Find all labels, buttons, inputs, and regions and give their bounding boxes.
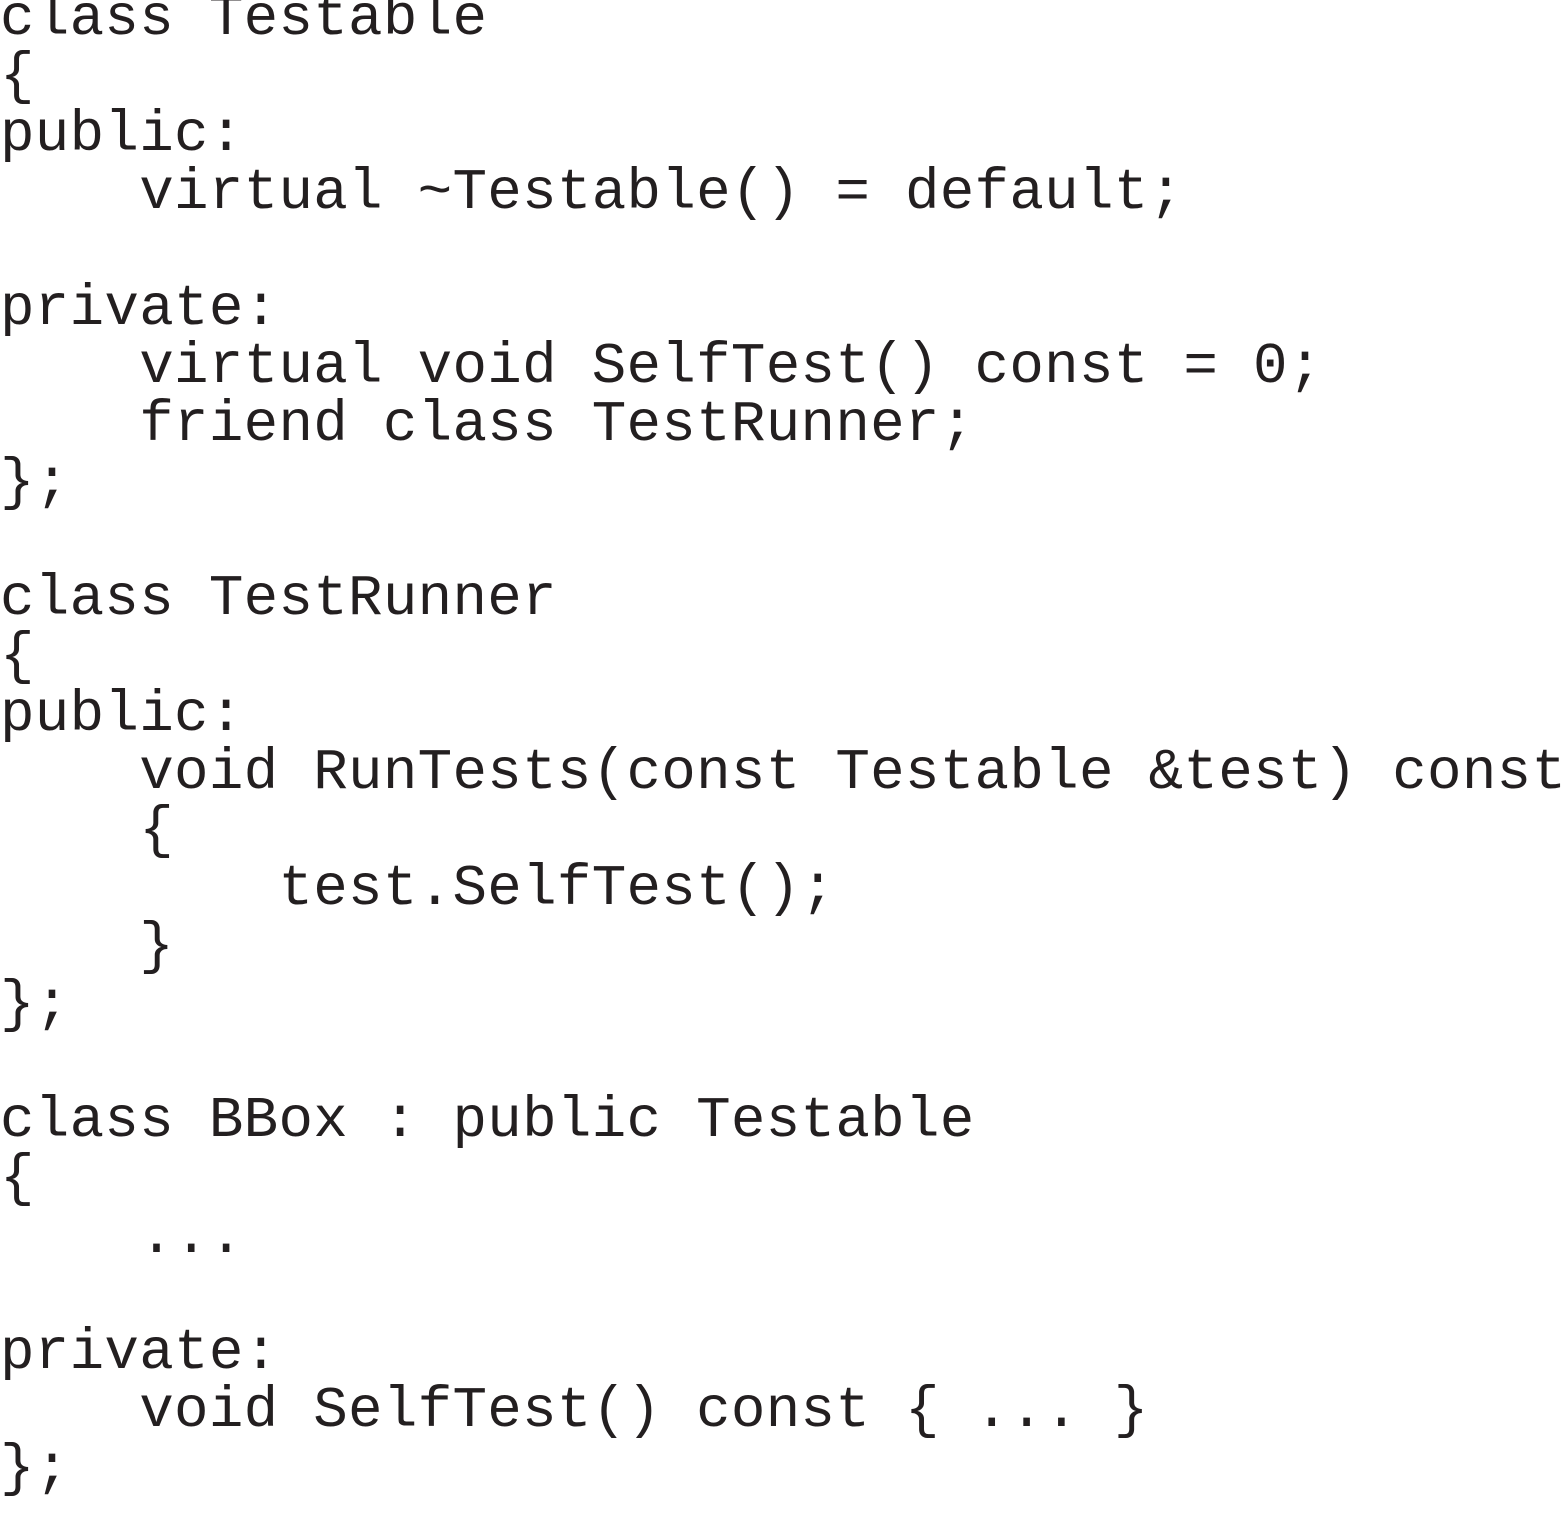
- code-line: ...: [0, 1205, 244, 1270]
- code-line: {: [0, 799, 175, 864]
- code-line: public:: [0, 103, 244, 168]
- code-line: void RunTests(const Testable &test) cons…: [0, 741, 1561, 806]
- code-line: private:: [0, 1321, 279, 1386]
- code-line: virtual ~Testable() = default;: [0, 161, 1184, 226]
- code-line: friend class TestRunner;: [0, 393, 975, 458]
- code-line: virtual void SelfTest() const = 0;: [0, 335, 1323, 400]
- code-listing: class Testable{public: virtual ~Testable…: [0, 0, 1561, 1499]
- code-line: class Testable: [0, 0, 488, 52]
- code-line: void SelfTest() const { ... }: [0, 1379, 1149, 1444]
- code-line: {: [0, 625, 35, 690]
- code-line: }: [0, 915, 175, 980]
- code-line: };: [0, 1437, 70, 1502]
- code-line: };: [0, 973, 70, 1038]
- code-line: class BBox : public Testable: [0, 1089, 975, 1154]
- code-line: test.SelfTest();: [0, 857, 836, 922]
- code-line: };: [0, 451, 70, 516]
- code-line: public:: [0, 683, 244, 748]
- code-line: {: [0, 45, 35, 110]
- code-line: class TestRunner: [0, 567, 557, 632]
- code-line: private:: [0, 277, 279, 342]
- code-line: {: [0, 1147, 35, 1212]
- code-page: class Testable{public: virtual ~Testable…: [0, 0, 1561, 1528]
